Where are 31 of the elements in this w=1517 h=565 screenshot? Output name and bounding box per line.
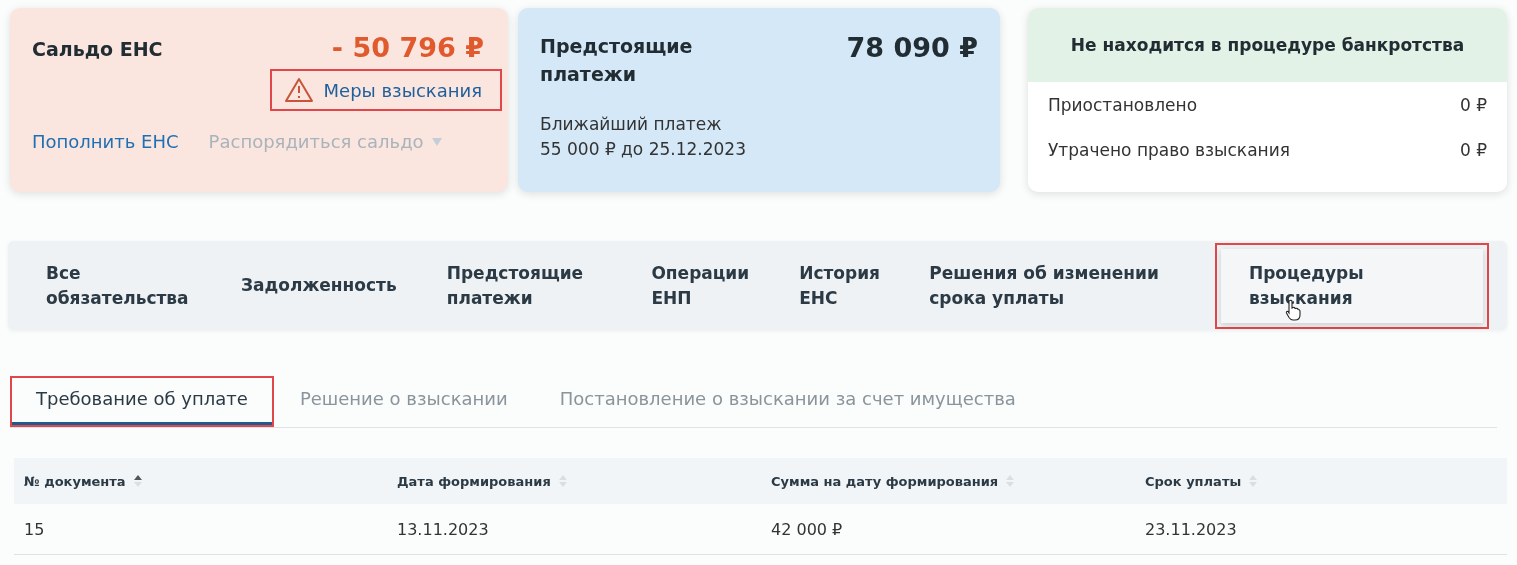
caret-icon xyxy=(431,137,442,146)
next-payment-value: 55 000 ₽ до 25.12.2023 xyxy=(540,138,747,161)
top-up-link[interactable]: Пополнить ЕНС xyxy=(32,131,179,152)
balance-amount: - 50 796 ₽ xyxy=(331,32,484,63)
column-header[interactable]: Сумма на дату формирования xyxy=(761,473,1135,489)
sub-tab[interactable]: Требование об уплате xyxy=(12,378,272,425)
bankruptcy-status: Не находится в процедуре банкротства xyxy=(1070,35,1465,55)
nav-tab[interactable]: История ЕНС xyxy=(789,252,890,319)
nav-tab[interactable]: Операции ЕНП xyxy=(641,252,760,319)
upcoming-amount: 78 090 ₽ xyxy=(846,32,978,63)
column-header[interactable]: № документа xyxy=(14,473,387,489)
table-cell-text: 13.11.2023 xyxy=(396,519,490,539)
column-header[interactable]: Срок уплаты xyxy=(1135,473,1507,489)
row-label: Приостановлено xyxy=(1048,94,1198,115)
row-label: Утрачено право взыскания xyxy=(1048,139,1290,160)
nav-tab[interactable]: Задолженность xyxy=(231,265,407,306)
nav-tab[interactable]: Все обязательства xyxy=(36,252,201,319)
nav-tab[interactable]: Процедуры взыскания xyxy=(1220,248,1483,323)
table-cell-text: 42 000 ₽ xyxy=(770,519,844,539)
column-header[interactable]: Дата формирования xyxy=(387,473,761,489)
next-payment-label: Ближайший платеж xyxy=(540,113,723,136)
row-value: 0 ₽ xyxy=(1459,94,1487,115)
nav-tab[interactable]: Предстоящие платежи xyxy=(436,252,612,319)
table-cell-text: 23.11.2023 xyxy=(1144,519,1238,539)
measures-link[interactable]: Меры взыскания xyxy=(269,69,502,111)
table-cell-text: 15 xyxy=(23,519,46,539)
card-title: Предстоящие платежи xyxy=(540,34,694,87)
warning-icon xyxy=(283,77,314,103)
nav-tab[interactable]: Решения об изменении срока уплаты xyxy=(919,252,1191,319)
row-value: 0 ₽ xyxy=(1459,139,1487,160)
card-title: Сальдо ЕНС xyxy=(32,38,163,60)
